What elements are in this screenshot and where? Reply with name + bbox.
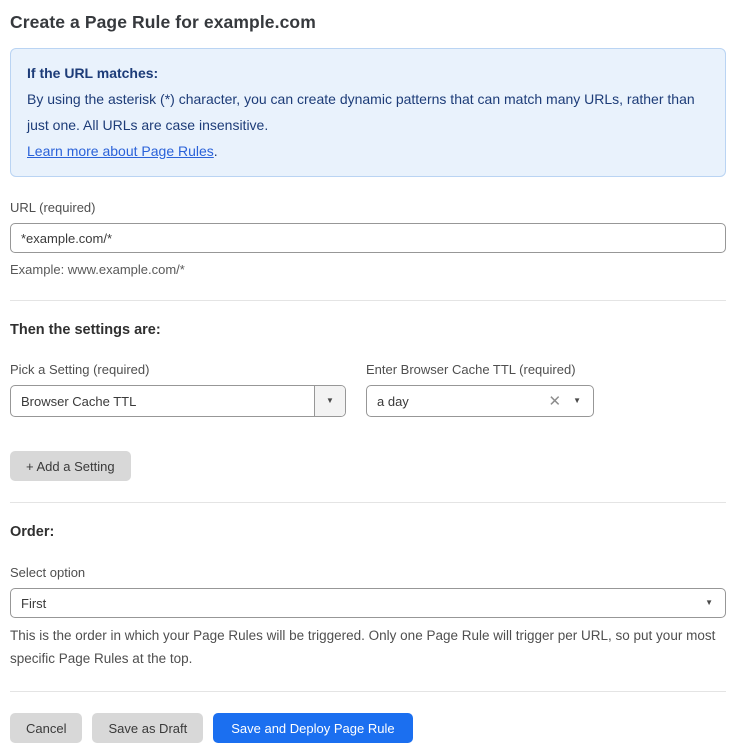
save-as-draft-button[interactable]: Save as Draft xyxy=(92,713,203,743)
order-select-value: First xyxy=(11,596,705,611)
url-match-info-box: If the URL matches: By using the asteris… xyxy=(10,48,726,177)
settings-section-heading: Then the settings are: xyxy=(10,322,726,338)
order-select-label: Select option xyxy=(10,565,726,580)
ttl-combobox[interactable]: a day ✕ ▼ xyxy=(366,385,594,417)
url-example-helper: Example: www.example.com/* xyxy=(10,260,726,279)
divider xyxy=(10,300,726,301)
ttl-value: a day xyxy=(367,394,549,409)
page-title: Create a Page Rule for example.com xyxy=(10,12,726,33)
info-box-body: By using the asterisk (*) character, you… xyxy=(27,86,709,164)
chevron-down-icon[interactable]: ▼ xyxy=(573,397,581,405)
learn-more-link[interactable]: Learn more about Page Rules xyxy=(27,143,214,159)
url-input[interactable] xyxy=(10,223,726,253)
order-section-heading: Order: xyxy=(10,524,726,540)
pick-setting-arrow-cell[interactable]: ▼ xyxy=(314,386,345,416)
pick-setting-value: Browser Cache TTL xyxy=(11,394,314,409)
divider xyxy=(10,691,726,692)
pick-setting-select[interactable]: Browser Cache TTL ▼ xyxy=(10,385,346,417)
info-box-heading: If the URL matches: xyxy=(27,60,709,86)
add-setting-button[interactable]: + Add a Setting xyxy=(10,451,131,481)
cancel-button[interactable]: Cancel xyxy=(10,713,82,743)
link-period: . xyxy=(214,143,218,159)
order-select[interactable]: First ▼ xyxy=(10,588,726,618)
clear-icon[interactable]: ✕ xyxy=(549,394,562,409)
pick-setting-label: Pick a Setting (required) xyxy=(10,362,346,377)
info-box-body-text: By using the asterisk (*) character, you… xyxy=(27,91,695,133)
chevron-down-icon: ▼ xyxy=(326,397,334,405)
chevron-down-icon: ▼ xyxy=(705,599,725,607)
save-and-deploy-button[interactable]: Save and Deploy Page Rule xyxy=(213,713,412,743)
divider xyxy=(10,502,726,503)
order-helper-text: This is the order in which your Page Rul… xyxy=(10,624,726,670)
url-field-label: URL (required) xyxy=(10,200,726,215)
ttl-label: Enter Browser Cache TTL (required) xyxy=(366,362,594,377)
